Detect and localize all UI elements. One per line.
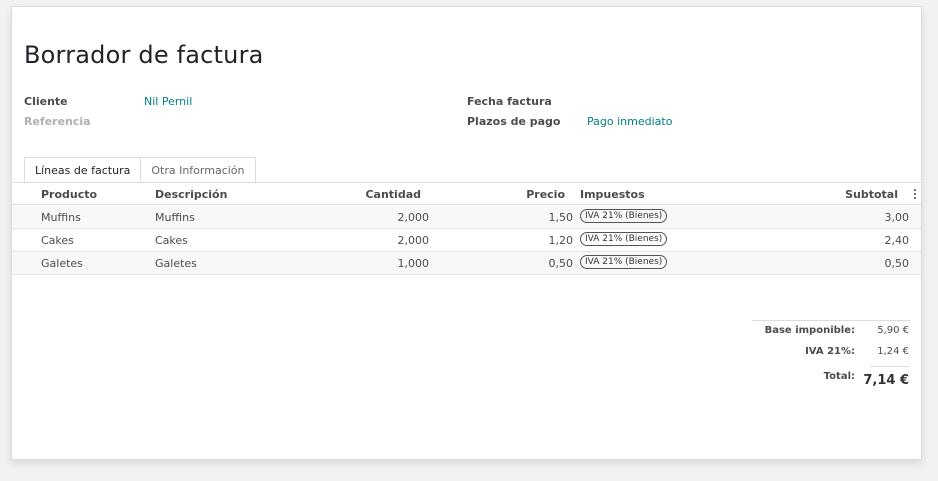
cell-descripcion: Muffins [155, 211, 195, 224]
tab-lineas-factura[interactable]: Líneas de factura [24, 157, 142, 182]
column-header-subtotal[interactable]: Subtotal [792, 188, 898, 201]
total-label: Total: [823, 371, 855, 382]
tax-badge: IVA 21% (Bienes) [580, 255, 668, 269]
cell-descripcion: Galetes [155, 257, 197, 270]
column-header-cantidad[interactable]: Cantidad [332, 188, 421, 201]
base-imponible-value: 5,90 € [877, 325, 909, 336]
table-row[interactable]: Muffins Muffins 2,000 1,50 IVA 21% (Bien… [12, 206, 921, 229]
cell-producto: Muffins [41, 211, 81, 224]
tax-badge: IVA 21% (Bienes) [580, 232, 668, 246]
referencia-label: Referencia [24, 115, 91, 128]
iva-label: IVA 21%: [805, 346, 855, 357]
plazos-pago-label: Plazos de pago [467, 115, 561, 128]
tab-otra-informacion[interactable]: Otra Información [140, 157, 256, 182]
cell-cantidad: 1,000 [397, 257, 430, 270]
iva-value: 1,24 € [877, 346, 909, 357]
cell-cantidad: 2,000 [397, 234, 430, 247]
notebook-tabs: Líneas de factura Otra Información [24, 157, 256, 183]
cell-producto: Cakes [41, 234, 74, 247]
table-row[interactable]: Galetes Galetes 1,000 0,50 IVA 21% (Bien… [12, 252, 921, 275]
cell-producto: Galetes [41, 257, 83, 270]
cell-descripcion: Cakes [155, 234, 188, 247]
column-header-descripcion[interactable]: Descripción [155, 188, 227, 201]
column-header-precio[interactable]: Precio [462, 188, 565, 201]
total-divider [870, 366, 910, 367]
invoice-form-sheet: Borrador de factura Cliente Nil Pernil R… [11, 6, 922, 460]
cell-precio: 0,50 [548, 257, 574, 270]
cell-precio: 1,20 [548, 234, 574, 247]
cell-cantidad: 2,000 [397, 211, 430, 224]
base-imponible-label: Base imponible: [764, 325, 855, 336]
plazos-pago-value-link[interactable]: Pago inmediato [587, 115, 672, 128]
column-header-impuestos[interactable]: Impuestos [580, 188, 645, 201]
cliente-value-link[interactable]: Nil Pernil [144, 95, 192, 108]
column-options-kebab-icon[interactable] [914, 189, 917, 199]
total-value: 7,14 € [863, 373, 909, 388]
table-header: Producto Descripción Cantidad Precio Imp… [12, 183, 921, 205]
page-title: Borrador de factura [24, 41, 264, 69]
column-header-producto[interactable]: Producto [41, 188, 97, 201]
cliente-label: Cliente [24, 95, 68, 108]
totals-divider [752, 320, 910, 321]
table-row[interactable]: Cakes Cakes 2,000 1,20 IVA 21% (Bienes) … [12, 229, 921, 252]
fecha-factura-label: Fecha factura [467, 95, 552, 108]
cell-subtotal: 3,00 [884, 211, 910, 224]
tax-badge: IVA 21% (Bienes) [580, 209, 668, 223]
cell-subtotal: 2,40 [884, 234, 910, 247]
cell-subtotal: 0,50 [884, 257, 910, 270]
cell-precio: 1,50 [548, 211, 574, 224]
